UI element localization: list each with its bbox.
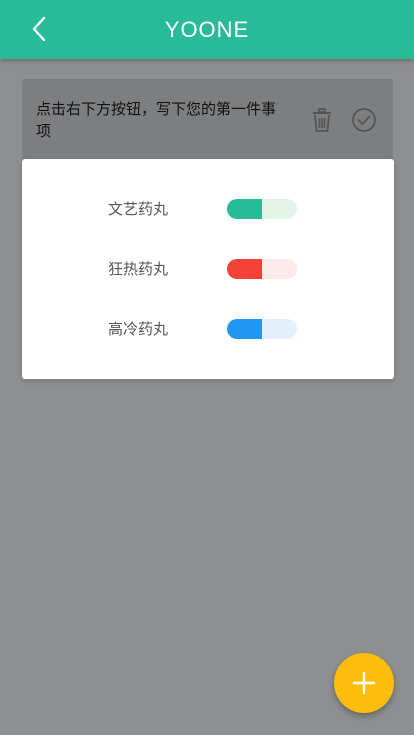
theme-option-label: 狂热药丸 <box>108 260 169 278</box>
app-title: YOONE <box>164 17 250 42</box>
theme-option-kuangre[interactable]: 狂热药丸 <box>22 258 394 280</box>
done-button[interactable] <box>351 107 377 133</box>
toggle-active-half <box>227 259 262 279</box>
toggle-inactive-half <box>262 259 297 279</box>
theme-toggle[interactable] <box>227 319 297 339</box>
theme-option-label: 高冷药丸 <box>108 320 169 338</box>
trash-icon <box>313 108 331 132</box>
theme-option-label: 文艺药丸 <box>108 200 169 218</box>
theme-dialog: 文艺药丸 狂热药丸 高冷药丸 <box>22 159 394 379</box>
toggle-active-half <box>227 199 262 219</box>
todo-text: 点击右下方按钮，写下您的第一件事项 <box>36 100 277 140</box>
toggle-inactive-half <box>262 199 297 219</box>
toggle-active-half <box>227 319 262 339</box>
delete-button[interactable] <box>309 107 335 133</box>
add-todo-button[interactable] <box>334 653 394 713</box>
theme-toggle[interactable] <box>227 259 297 279</box>
theme-option-gaoleng[interactable]: 高冷药丸 <box>22 318 394 340</box>
app-bar: YOONE <box>0 0 414 59</box>
theme-toggle[interactable] <box>227 199 297 219</box>
toggle-inactive-half <box>262 319 297 339</box>
todo-card[interactable]: 点击右下方按钮，写下您的第一件事项 <box>22 79 393 163</box>
plus-icon <box>352 671 376 695</box>
check-circle-icon <box>352 108 376 132</box>
theme-option-wenyi[interactable]: 文艺药丸 <box>22 198 394 220</box>
